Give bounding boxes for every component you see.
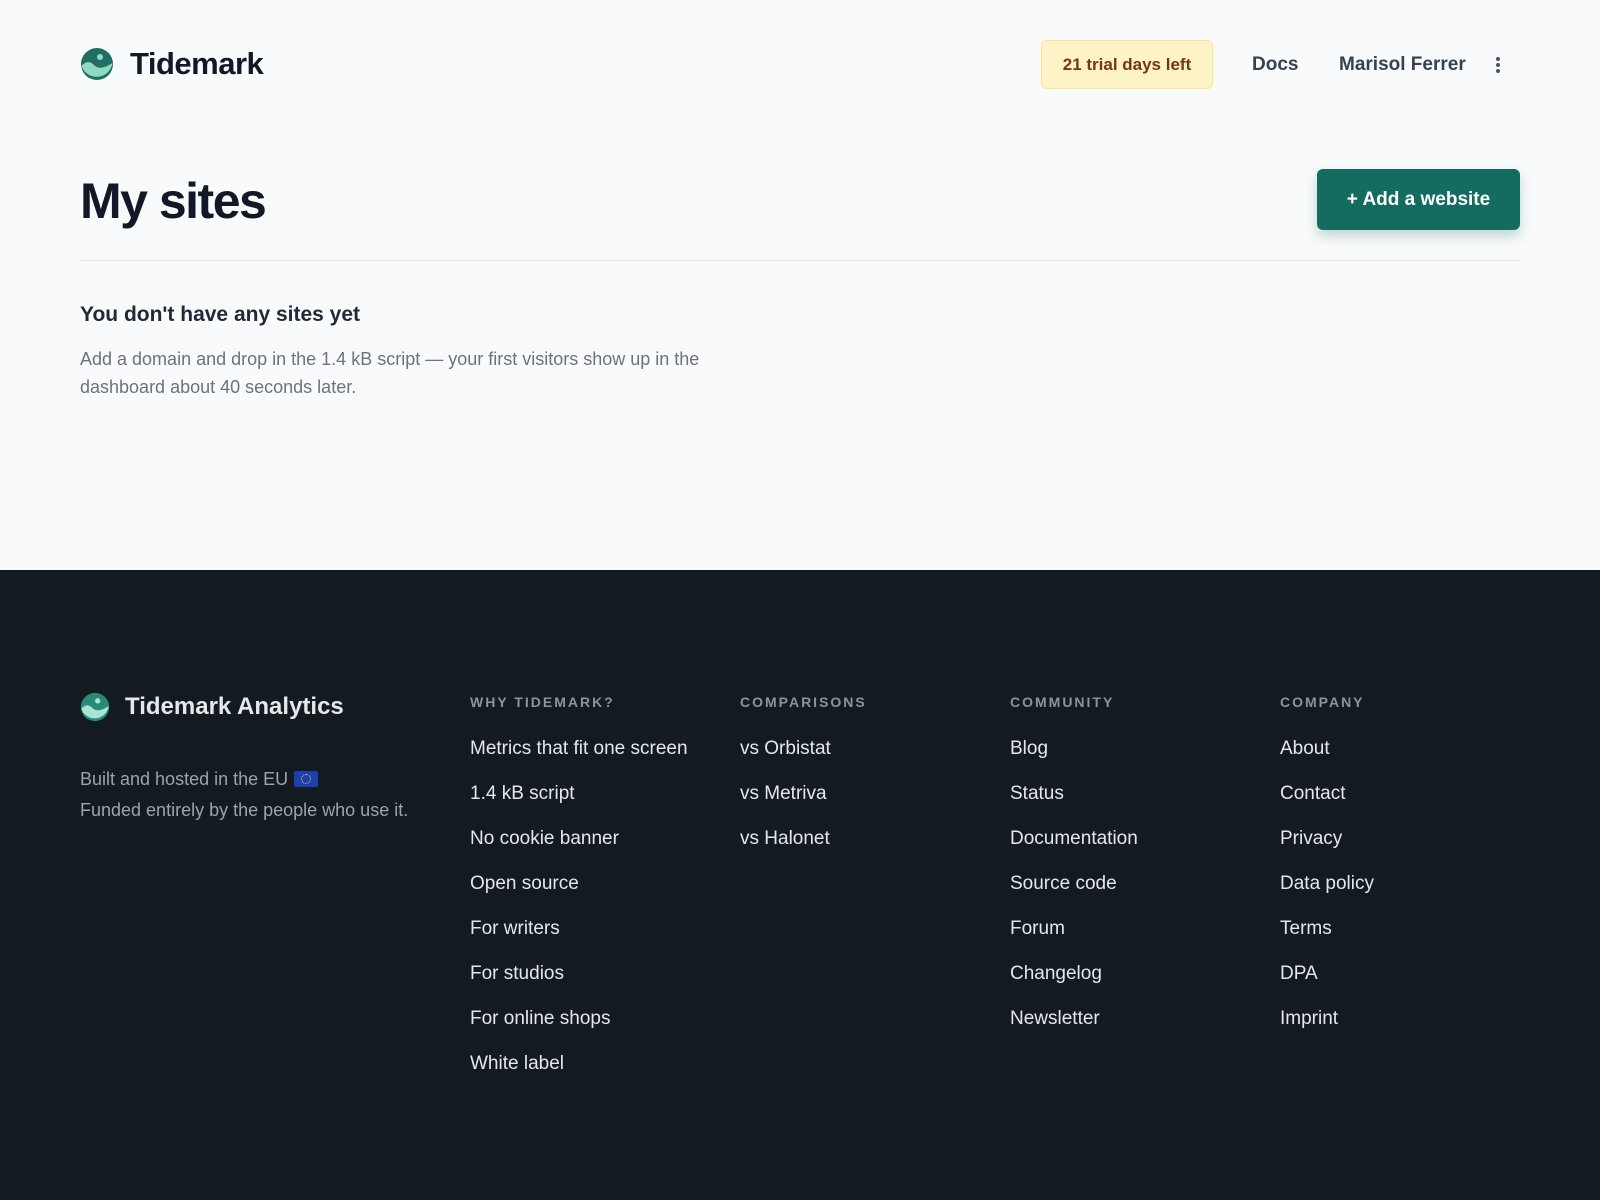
footer-link-list: About Contact Privacy Data policy Terms …: [1280, 737, 1374, 1052]
brand-name: Tidemark: [130, 46, 264, 81]
footer-link-list: Metrics that fit one screen 1.4 kB scrip…: [470, 737, 688, 1097]
footer-column-heading: COMPANY: [1280, 694, 1365, 710]
footer-column-heading: COMPARISONS: [740, 694, 867, 710]
footer-link[interactable]: Status: [1010, 782, 1138, 827]
footer-tagline-line1: Built and hosted in the EU: [80, 769, 289, 789]
footer-link[interactable]: Newsletter: [1010, 1007, 1138, 1052]
footer-link[interactable]: White label: [470, 1052, 688, 1097]
footer-link[interactable]: vs Metriva: [740, 782, 867, 827]
empty-state-description: Add a domain and drop in the 1.4 kB scri…: [80, 349, 700, 397]
top-navbar: Tidemark 21 trial days left Docs Marisol…: [80, 40, 1520, 90]
footer-link[interactable]: Blog: [1010, 737, 1138, 782]
divider: [80, 260, 1520, 261]
kebab-menu-icon[interactable]: [1490, 54, 1506, 76]
footer-link[interactable]: vs Orbistat: [740, 737, 867, 782]
footer-column-heading: COMMUNITY: [1010, 694, 1115, 710]
docs-link[interactable]: Docs: [1252, 40, 1298, 89]
page-content: Tidemark 21 trial days left Docs Marisol…: [0, 0, 1600, 570]
eu-flag-icon: [294, 771, 319, 787]
footer-link[interactable]: About: [1280, 737, 1374, 782]
empty-state-title: You don't have any sites yet: [80, 303, 361, 326]
footer-column-why: WHY TIDEMARK? Metrics that fit one scree…: [470, 692, 688, 1097]
footer-link[interactable]: Contact: [1280, 782, 1374, 827]
footer-link[interactable]: Documentation: [1010, 827, 1138, 872]
footer-link[interactable]: No cookie banner: [470, 827, 688, 872]
footer-link[interactable]: Metrics that fit one screen: [470, 737, 688, 782]
footer-link[interactable]: Open source: [470, 872, 688, 917]
footer-link[interactable]: For writers: [470, 917, 688, 962]
footer-column-company: COMPANY About Contact Privacy Data polic…: [1280, 692, 1374, 1052]
brand-link[interactable]: Tidemark: [80, 46, 264, 82]
page-title: My sites: [80, 173, 267, 229]
wave-globe-icon: [80, 692, 110, 722]
footer-brand[interactable]: Tidemark Analytics: [80, 692, 344, 722]
footer: Tidemark Analytics Built and hosted in t…: [0, 570, 1600, 1200]
footer-link[interactable]: Data policy: [1280, 872, 1374, 917]
trial-days-badge[interactable]: 21 trial days left: [1041, 40, 1213, 89]
footer-link-list: vs Orbistat vs Metriva vs Halonet: [740, 737, 867, 872]
footer-link[interactable]: Changelog: [1010, 962, 1138, 1007]
footer-column-community: COMMUNITY Blog Status Documentation Sour…: [1010, 692, 1138, 1052]
footer-link[interactable]: For online shops: [470, 1007, 688, 1052]
footer-link[interactable]: DPA: [1280, 962, 1374, 1007]
user-menu-name[interactable]: Marisol Ferrer: [1339, 40, 1466, 89]
footer-link[interactable]: Privacy: [1280, 827, 1374, 872]
footer-link[interactable]: vs Halonet: [740, 827, 867, 872]
footer-link[interactable]: Imprint: [1280, 1007, 1374, 1052]
footer-brand-name: Tidemark Analytics: [125, 693, 344, 720]
footer-tagline: Built and hosted in the EU Funded entire…: [80, 764, 460, 826]
footer-link[interactable]: Source code: [1010, 872, 1138, 917]
footer-tagline-line2: Funded entirely by the people who use it…: [80, 800, 409, 820]
wave-globe-icon: [81, 48, 113, 80]
footer-column-heading: WHY TIDEMARK?: [470, 694, 615, 710]
footer-link[interactable]: 1.4 kB script: [470, 782, 688, 827]
footer-link[interactable]: For studios: [470, 962, 688, 1007]
footer-column-comparisons: COMPARISONS vs Orbistat vs Metriva vs Ha…: [740, 692, 867, 872]
footer-link-list: Blog Status Documentation Source code Fo…: [1010, 737, 1138, 1052]
add-website-button[interactable]: + Add a website: [1317, 169, 1520, 230]
footer-link[interactable]: Forum: [1010, 917, 1138, 962]
footer-link[interactable]: Terms: [1280, 917, 1374, 962]
